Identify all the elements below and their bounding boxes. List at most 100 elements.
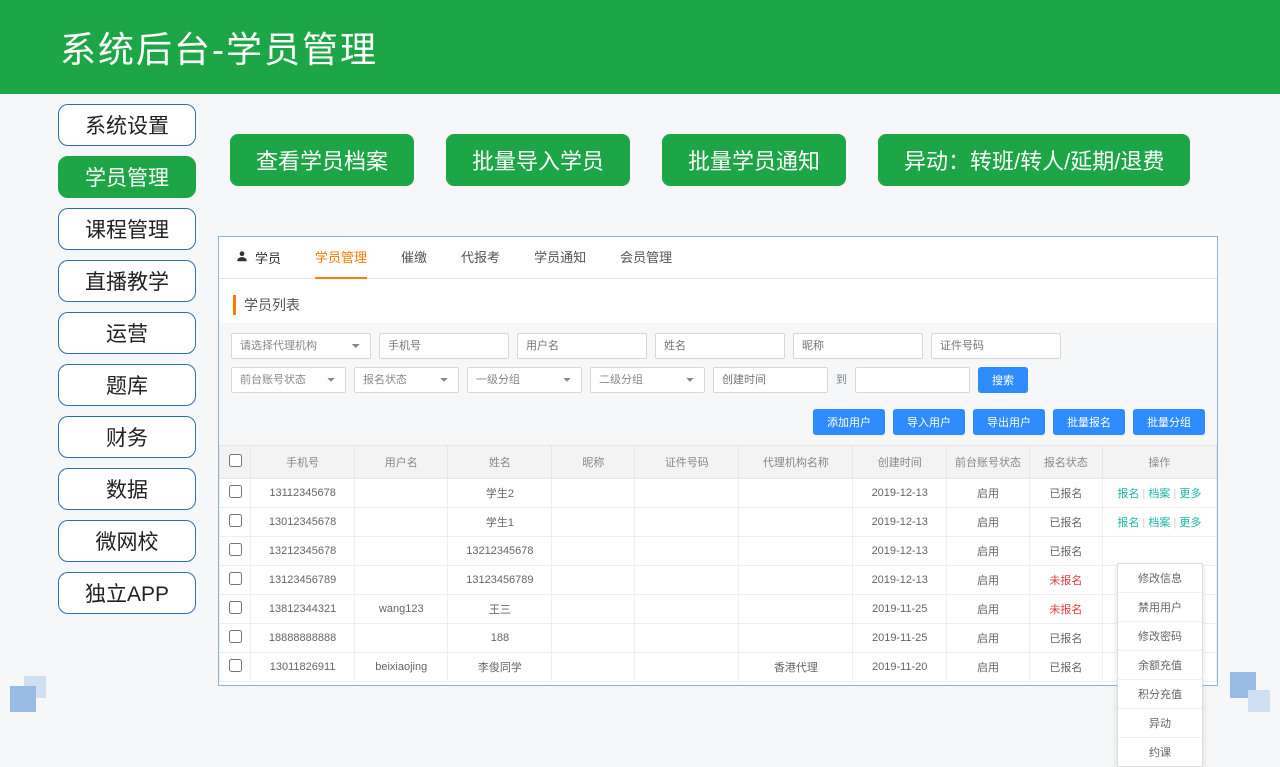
agency-select[interactable]: 请选择代理机构: [231, 333, 371, 359]
sidebar-item-6[interactable]: 财务: [58, 416, 196, 458]
phone-input[interactable]: [379, 333, 509, 359]
search-button[interactable]: 搜索: [978, 367, 1028, 393]
table-row: 13112345678学生22019-12-13启用已报名报名 | 档案 | 更…: [220, 479, 1217, 508]
to-label: 到: [836, 367, 847, 393]
idno-input[interactable]: [931, 333, 1061, 359]
bulk-notify-button[interactable]: 批量学员通知: [662, 134, 846, 186]
cell-enroll: 已报名: [1030, 508, 1103, 537]
filters: 请选择代理机构 前台账号状态 报名状态 一级分组 二级分组 到 搜索: [219, 323, 1217, 409]
bulk-group-button[interactable]: 批量分组: [1133, 409, 1205, 435]
tab-member-manage[interactable]: 会员管理: [620, 237, 672, 279]
th-phone: 手机号: [251, 446, 355, 479]
row-checkbox[interactable]: [229, 601, 242, 614]
cell-idno: [635, 479, 739, 508]
cell-idno: [635, 653, 739, 682]
cell-realname: 13123456789: [448, 566, 552, 595]
tab-reminder[interactable]: 催缴: [401, 237, 427, 279]
import-user-button[interactable]: 导入用户: [893, 409, 965, 435]
sidebar-item-8[interactable]: 微网校: [58, 520, 196, 562]
menu-edit-info[interactable]: 修改信息: [1118, 564, 1202, 593]
enroll-status-select[interactable]: 报名状态: [354, 367, 459, 393]
row-checkbox[interactable]: [229, 659, 242, 672]
sidebar-item-2[interactable]: 课程管理: [58, 208, 196, 250]
sidebar-item-9[interactable]: 独立APP: [58, 572, 196, 614]
cell-ops: 报名 | 档案 | 更多: [1102, 508, 1216, 537]
row-checkbox[interactable]: [229, 543, 242, 556]
top-actions: 查看学员档案 批量导入学员 批量学员通知 异动：转班/转人/延期/退费: [230, 134, 1190, 186]
cell-ops: [1102, 537, 1216, 566]
cell-enroll: 已报名: [1030, 653, 1103, 682]
table-row: 13012345678学生12019-12-13启用已报名报名 | 档案 | 更…: [220, 508, 1217, 537]
select-all-checkbox[interactable]: [229, 454, 242, 467]
link-more[interactable]: 更多: [1179, 488, 1201, 500]
th-idno: 证件号码: [635, 446, 739, 479]
group1-select[interactable]: 一级分组: [467, 367, 582, 393]
cell-agency: [739, 595, 853, 624]
realname-input[interactable]: [655, 333, 785, 359]
cell-phone: 13123456789: [251, 566, 355, 595]
cell-agency: [739, 566, 853, 595]
username-input[interactable]: [517, 333, 647, 359]
cell-nickname: [552, 479, 635, 508]
cell-nickname: [552, 595, 635, 624]
row-checkbox[interactable]: [229, 485, 242, 498]
link-enroll[interactable]: 报名: [1117, 488, 1139, 500]
tab-student-manage[interactable]: 学员管理: [315, 237, 367, 279]
menu-balance-recharge[interactable]: 余额充值: [1118, 651, 1202, 680]
menu-change-pwd[interactable]: 修改密码: [1118, 622, 1202, 651]
cell-agency: [739, 537, 853, 566]
cell-nickname: [552, 537, 635, 566]
row-checkbox[interactable]: [229, 630, 242, 643]
cell-phone: 13812344321: [251, 595, 355, 624]
add-user-button[interactable]: 添加用户: [813, 409, 885, 435]
tab-proxy-exam[interactable]: 代报考: [461, 237, 500, 279]
row-checkbox[interactable]: [229, 514, 242, 527]
cell-agency: [739, 508, 853, 537]
more-dropdown: 修改信息 禁用用户 修改密码 余额充值 积分充值 异动 约课: [1117, 563, 1203, 767]
th-enroll: 报名状态: [1030, 446, 1103, 479]
cell-front: 启用: [946, 508, 1029, 537]
export-user-button[interactable]: 导出用户: [973, 409, 1045, 435]
nickname-input[interactable]: [793, 333, 923, 359]
menu-transfer[interactable]: 异动: [1118, 709, 1202, 738]
bulk-import-button[interactable]: 批量导入学员: [446, 134, 630, 186]
user-icon: [235, 249, 249, 266]
cell-create: 2019-11-20: [853, 653, 946, 682]
view-archive-button[interactable]: 查看学员档案: [230, 134, 414, 186]
cell-enroll: 已报名: [1030, 537, 1103, 566]
link-archive[interactable]: 档案: [1148, 517, 1170, 529]
bulk-enroll-button[interactable]: 批量报名: [1053, 409, 1125, 435]
menu-book-class[interactable]: 约课: [1118, 738, 1202, 766]
row-checkbox[interactable]: [229, 572, 242, 585]
cell-front: 启用: [946, 479, 1029, 508]
menu-disable-user[interactable]: 禁用用户: [1118, 593, 1202, 622]
sidebar-item-3[interactable]: 直播教学: [58, 260, 196, 302]
cell-username: [355, 508, 448, 537]
group2-select[interactable]: 二级分组: [590, 367, 705, 393]
th-username: 用户名: [355, 446, 448, 479]
create-time-to[interactable]: [855, 367, 970, 393]
transfer-button[interactable]: 异动：转班/转人/延期/退费: [878, 134, 1190, 186]
link-more[interactable]: 更多: [1179, 517, 1201, 529]
menu-points-recharge[interactable]: 积分充值: [1118, 680, 1202, 709]
cell-nickname: [552, 653, 635, 682]
cell-nickname: [552, 566, 635, 595]
cell-username: [355, 537, 448, 566]
cell-idno: [635, 566, 739, 595]
create-time-from[interactable]: [713, 367, 828, 393]
cell-realname: 13212345678: [448, 537, 552, 566]
front-status-select[interactable]: 前台账号状态: [231, 367, 346, 393]
link-enroll[interactable]: 报名: [1117, 517, 1139, 529]
sidebar-item-4[interactable]: 运营: [58, 312, 196, 354]
sidebar-item-1[interactable]: 学员管理: [58, 156, 196, 198]
cell-agency: 香港代理: [739, 653, 853, 682]
cell-create: 2019-12-13: [853, 566, 946, 595]
cell-phone: 13112345678: [251, 479, 355, 508]
link-archive[interactable]: 档案: [1148, 488, 1170, 500]
tab-student-notify[interactable]: 学员通知: [534, 237, 586, 279]
cell-front: 启用: [946, 566, 1029, 595]
sidebar-item-5[interactable]: 题库: [58, 364, 196, 406]
sidebar-item-7[interactable]: 数据: [58, 468, 196, 510]
cell-idno: [635, 595, 739, 624]
sidebar-item-0[interactable]: 系统设置: [58, 104, 196, 146]
